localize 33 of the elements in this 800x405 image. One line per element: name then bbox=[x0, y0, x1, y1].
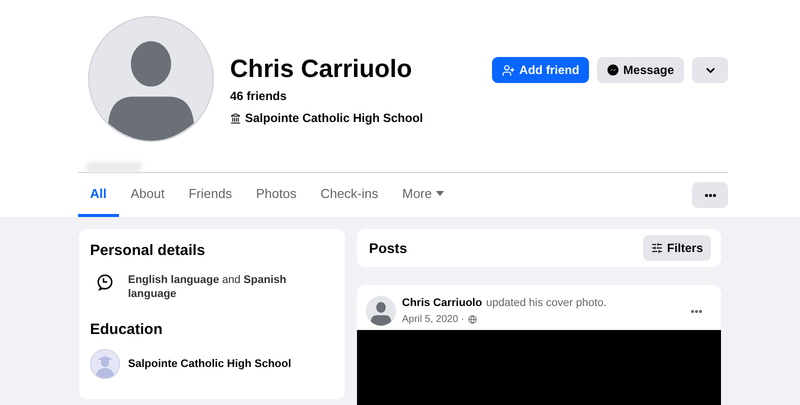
post-author[interactable]: Chris Carriuolo bbox=[402, 295, 482, 312]
profile-tab[interactable]: Check-ins bbox=[308, 173, 390, 217]
school-name: Salpointe Catholic High School bbox=[128, 356, 292, 372]
profile-name: Chris Carriuolo bbox=[230, 54, 413, 85]
profile-tab[interactable]: All bbox=[78, 173, 119, 217]
messenger-icon bbox=[607, 64, 620, 76]
ellipsis-icon bbox=[704, 194, 716, 196]
filters-button[interactable]: Filters bbox=[642, 235, 711, 261]
globe-icon bbox=[468, 314, 478, 324]
school-icon bbox=[230, 112, 241, 124]
school-name: Salpointe Catholic High School bbox=[245, 110, 424, 128]
post-date: April 5, 2020 · bbox=[402, 312, 464, 327]
posts-title: Posts bbox=[369, 238, 408, 258]
caret-icon bbox=[436, 191, 444, 196]
post-action: updated his cover photo. bbox=[486, 296, 607, 312]
profile-tab[interactable]: About bbox=[118, 173, 177, 217]
school-avatar-icon bbox=[90, 349, 120, 379]
blurred-label bbox=[86, 162, 142, 172]
section-title: Education bbox=[90, 320, 164, 340]
author-avatar bbox=[366, 296, 396, 326]
profile-tab[interactable]: Photos bbox=[244, 173, 308, 217]
sliders-icon bbox=[650, 242, 663, 254]
add-person-icon bbox=[502, 64, 516, 76]
more-options-button[interactable] bbox=[692, 182, 728, 208]
section-title: Personal details bbox=[90, 241, 206, 261]
profile-tab[interactable]: More bbox=[390, 173, 456, 217]
profile-tab[interactable]: Friends bbox=[176, 173, 244, 217]
message-button[interactable]: Message bbox=[597, 57, 684, 83]
speech-bubble-icon bbox=[96, 272, 114, 290]
languages-text: English language and Spanish language bbox=[128, 272, 288, 300]
ellipsis-icon[interactable] bbox=[691, 310, 702, 312]
add-friend-button[interactable]: Add friend bbox=[492, 57, 590, 83]
friends-count: 46 friends bbox=[230, 88, 288, 106]
